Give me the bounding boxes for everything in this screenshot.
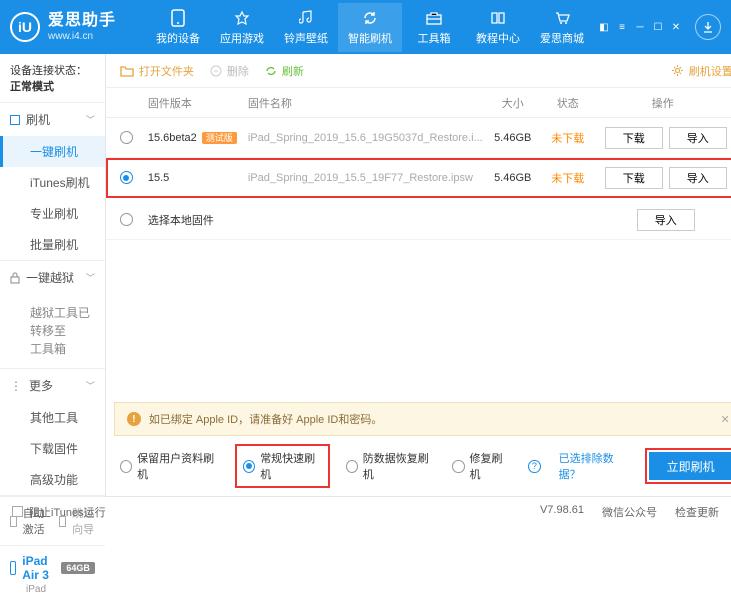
sidebar-item-other[interactable]: 其他工具 bbox=[0, 402, 105, 433]
opt-anti-recover[interactable]: 防数据恢复刷机 bbox=[346, 450, 435, 482]
sidebar-group-jailbreak[interactable]: 一键越狱﹀ bbox=[0, 261, 105, 294]
nav-tutorial[interactable]: 教程中心 bbox=[466, 3, 530, 52]
th-ops: 操作 bbox=[593, 95, 731, 111]
jailbreak-note: 越狱工具已转移至 工具箱 bbox=[0, 294, 105, 368]
nav-flash[interactable]: 智能刷机 bbox=[338, 3, 402, 52]
import-button[interactable]: 导入 bbox=[637, 209, 695, 231]
music-icon bbox=[297, 9, 315, 27]
connection-status: 设备连接状态：正常模式 bbox=[0, 54, 105, 103]
close-warning-icon[interactable]: ✕ bbox=[721, 413, 730, 426]
menu-icon[interactable]: ≡ bbox=[615, 20, 629, 34]
sidebar-group-more[interactable]: ⋮更多﹀ bbox=[0, 369, 105, 402]
sidebar-item-batch[interactable]: 批量刷机 bbox=[0, 229, 105, 260]
wechat-link[interactable]: 微信公众号 bbox=[602, 504, 657, 520]
chevron-down-icon: ﹀ bbox=[86, 379, 95, 392]
th-name: 固件名称 bbox=[248, 95, 483, 111]
th-size: 大小 bbox=[483, 95, 543, 111]
download-button[interactable]: 下载 bbox=[605, 127, 663, 149]
chevron-down-icon: ﹀ bbox=[86, 113, 95, 126]
maximize-icon[interactable]: ☐ bbox=[651, 20, 665, 34]
skin-icon[interactable]: ◧ bbox=[597, 20, 611, 34]
firmware-row-selected[interactable]: 15.5 iPad_Spring_2019_15.5_19F77_Restore… bbox=[106, 158, 731, 198]
beta-tag: 测试版 bbox=[202, 132, 237, 144]
row-radio[interactable] bbox=[120, 131, 133, 144]
import-button[interactable]: 导入 bbox=[669, 127, 727, 149]
folder-icon bbox=[120, 65, 134, 77]
import-button[interactable]: 导入 bbox=[669, 167, 727, 189]
app-logo-icon: iU bbox=[10, 12, 40, 42]
open-folder-button[interactable]: 打开文件夹 bbox=[120, 63, 194, 79]
cart-icon bbox=[553, 9, 571, 27]
version-label: V7.98.61 bbox=[540, 504, 584, 520]
help-icon[interactable]: ? bbox=[528, 460, 540, 473]
sidebar-item-pro[interactable]: 专业刷机 bbox=[0, 198, 105, 229]
opt-repair[interactable]: 修复刷机 bbox=[452, 450, 510, 482]
phone-icon bbox=[169, 9, 187, 27]
download-button[interactable]: 下载 bbox=[605, 167, 663, 189]
download-progress-icon[interactable] bbox=[695, 14, 721, 40]
nav-device[interactable]: 我的设备 bbox=[146, 3, 210, 52]
close-icon[interactable]: ✕ bbox=[669, 20, 683, 34]
auto-activate-checkbox[interactable] bbox=[10, 516, 17, 527]
refresh-icon bbox=[361, 9, 379, 27]
minimize-icon[interactable]: ─ bbox=[633, 20, 647, 34]
square-icon bbox=[10, 115, 20, 125]
app-icon bbox=[233, 9, 251, 27]
lock-icon bbox=[10, 272, 20, 284]
toolbox-icon bbox=[425, 9, 443, 27]
opt-fast-flash[interactable]: 常规快速刷机 bbox=[237, 446, 328, 486]
delete-button[interactable]: 删除 bbox=[210, 63, 249, 79]
flash-now-button[interactable]: 立即刷机 bbox=[649, 452, 731, 480]
opt-keep-data[interactable]: 保留用户资料刷机 bbox=[120, 450, 219, 482]
book-icon bbox=[489, 9, 507, 27]
sidebar-item-dlfw[interactable]: 下载固件 bbox=[0, 433, 105, 464]
firmware-row[interactable]: 15.6beta2测试版 iPad_Spring_2019_15.6_19G50… bbox=[106, 118, 731, 158]
row-radio[interactable] bbox=[120, 213, 133, 226]
info-icon: ! bbox=[127, 412, 141, 426]
nav-apps[interactable]: 应用游戏 bbox=[210, 3, 274, 52]
sidebar-group-flash[interactable]: 刷机﹀ bbox=[0, 103, 105, 136]
exclude-data-link[interactable]: 已选排除数据？ bbox=[559, 450, 631, 482]
check-update-link[interactable]: 检查更新 bbox=[675, 504, 719, 520]
gear-icon bbox=[671, 64, 684, 77]
chevron-down-icon: ﹀ bbox=[86, 271, 95, 284]
nav-tools[interactable]: 工具箱 bbox=[402, 3, 466, 52]
row-radio[interactable] bbox=[120, 171, 133, 184]
storage-badge: 64GB bbox=[61, 562, 95, 574]
warning-banner: ! 如已绑定 Apple ID，请准备好 Apple ID和密码。 ✕ bbox=[114, 402, 731, 436]
nav-mall[interactable]: 爱思商城 bbox=[530, 3, 594, 52]
app-name: 爱思助手 bbox=[48, 11, 116, 30]
th-status: 状态 bbox=[543, 95, 593, 111]
ipad-icon bbox=[10, 561, 16, 575]
delete-icon bbox=[210, 65, 222, 77]
dots-icon: ⋮ bbox=[10, 379, 23, 393]
device-panel[interactable]: iPad Air 364GB iPad bbox=[0, 545, 105, 603]
th-version: 固件版本 bbox=[148, 95, 248, 111]
local-firmware-row[interactable]: 选择本地固件 导入 bbox=[106, 200, 731, 240]
sidebar-item-oneclick[interactable]: 一键刷机 bbox=[0, 136, 105, 167]
sidebar-item-itunes[interactable]: iTunes刷机 bbox=[0, 167, 105, 198]
flash-settings-button[interactable]: 刷机设置 bbox=[671, 63, 731, 79]
refresh-button[interactable]: 刷新 bbox=[265, 63, 304, 79]
refresh-icon bbox=[265, 65, 277, 77]
sidebar-item-adv[interactable]: 高级功能 bbox=[0, 464, 105, 495]
app-url: www.i4.cn bbox=[48, 31, 116, 43]
nav-ring[interactable]: 铃声壁纸 bbox=[274, 3, 338, 52]
block-itunes-checkbox[interactable] bbox=[12, 506, 23, 517]
